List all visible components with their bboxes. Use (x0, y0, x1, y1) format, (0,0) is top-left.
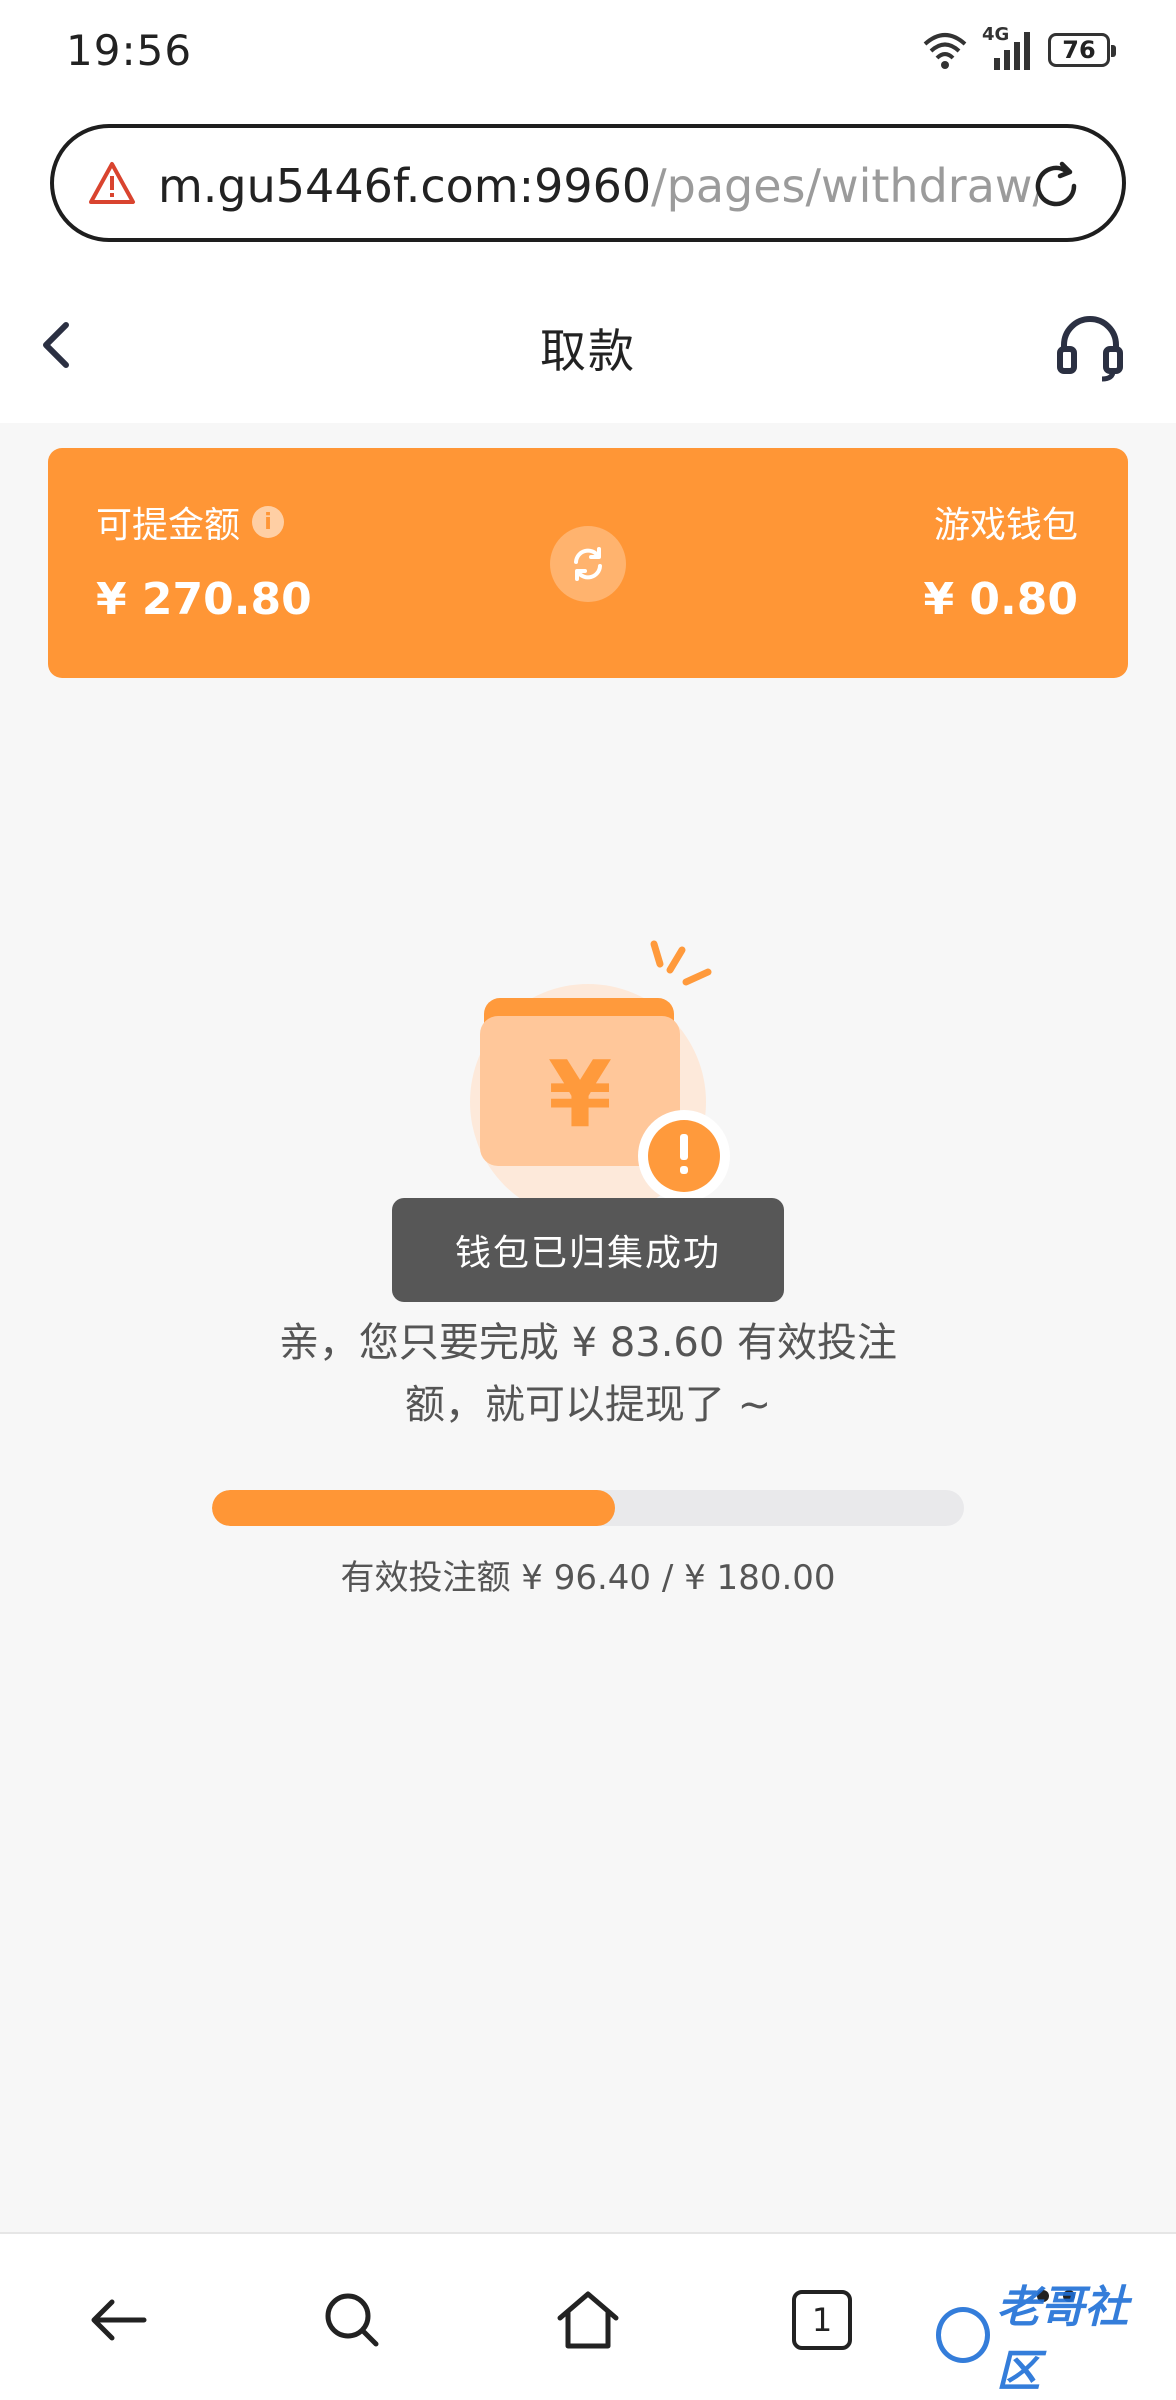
toast-message: 钱包已归集成功 (392, 1198, 784, 1302)
wifi-icon (923, 33, 967, 69)
nav-back-icon[interactable] (82, 2284, 154, 2356)
battery-icon: 76 (1048, 33, 1116, 67)
wager-requirement-message: 亲，您只要完成 ¥ 83.60 有效投注 额，就可以提现了 ~ (220, 1312, 956, 1436)
status-time: 19:56 (66, 26, 193, 75)
wager-progress-fill (212, 1490, 615, 1526)
wager-progress-bar (212, 1490, 964, 1526)
tab-count: 1 (792, 2290, 852, 2350)
game-wallet-amount: ¥ 0.80 (923, 574, 1079, 625)
balance-card: 可提金额 i ¥ 270.80 游戏钱包 ¥ 0.80 (48, 448, 1128, 678)
watermark-logo: 老哥社区 (936, 2282, 1166, 2397)
url-path: /pages/withdraw/ (651, 159, 1038, 213)
browser-toolbar: m.gu5446f.com:9960/pages/withdraw/ (0, 100, 1176, 275)
reload-icon[interactable] (1026, 156, 1086, 216)
watermark-ring-icon (936, 2307, 991, 2363)
battery-level: 76 (1062, 36, 1096, 64)
refresh-icon (574, 547, 602, 581)
message-line-2: 额，就可以提现了 ~ (404, 1382, 772, 1428)
nav-search-icon[interactable] (316, 2284, 388, 2356)
watermark-text: 老哥社区 (996, 2282, 1129, 2397)
address-bar[interactable]: m.gu5446f.com:9960/pages/withdraw/ (50, 124, 1126, 242)
transfer-refresh-button[interactable] (550, 526, 626, 602)
status-bar: 19:56 4G 76 (0, 0, 1176, 100)
warning-icon[interactable] (88, 160, 136, 206)
url-text[interactable]: m.gu5446f.com:9960/pages/withdraw/ (158, 156, 1038, 216)
game-wallet-label: 游戏钱包 (933, 505, 1078, 546)
tabs-icon[interactable]: 1 (786, 2284, 858, 2356)
signal-icon: 4G (982, 24, 1034, 72)
status-icons: 4G 76 (922, 24, 1116, 74)
withdrawable-label-row: 可提金额 i (96, 496, 285, 548)
url-domain: m.gu5446f.com:9960 (158, 159, 652, 213)
page-title: 取款 (540, 324, 636, 378)
wager-progress-caption: 有效投注额 ¥ 96.40 / ¥ 180.00 (340, 1558, 836, 1598)
withdrawable-label: 可提金额 (96, 505, 241, 546)
nav-home-icon[interactable] (552, 2284, 624, 2356)
headset-icon[interactable] (1054, 311, 1126, 383)
page-header: 取款 (0, 275, 1176, 423)
message-line-1: 亲，您只要完成 ¥ 83.60 有效投注 (278, 1320, 898, 1366)
wallet-warning-illustration: ¥ (470, 940, 730, 1220)
withdrawable-amount: ¥ 270.80 (96, 574, 312, 625)
info-icon[interactable]: i (252, 506, 285, 538)
svg-text:¥: ¥ (548, 1041, 612, 1148)
